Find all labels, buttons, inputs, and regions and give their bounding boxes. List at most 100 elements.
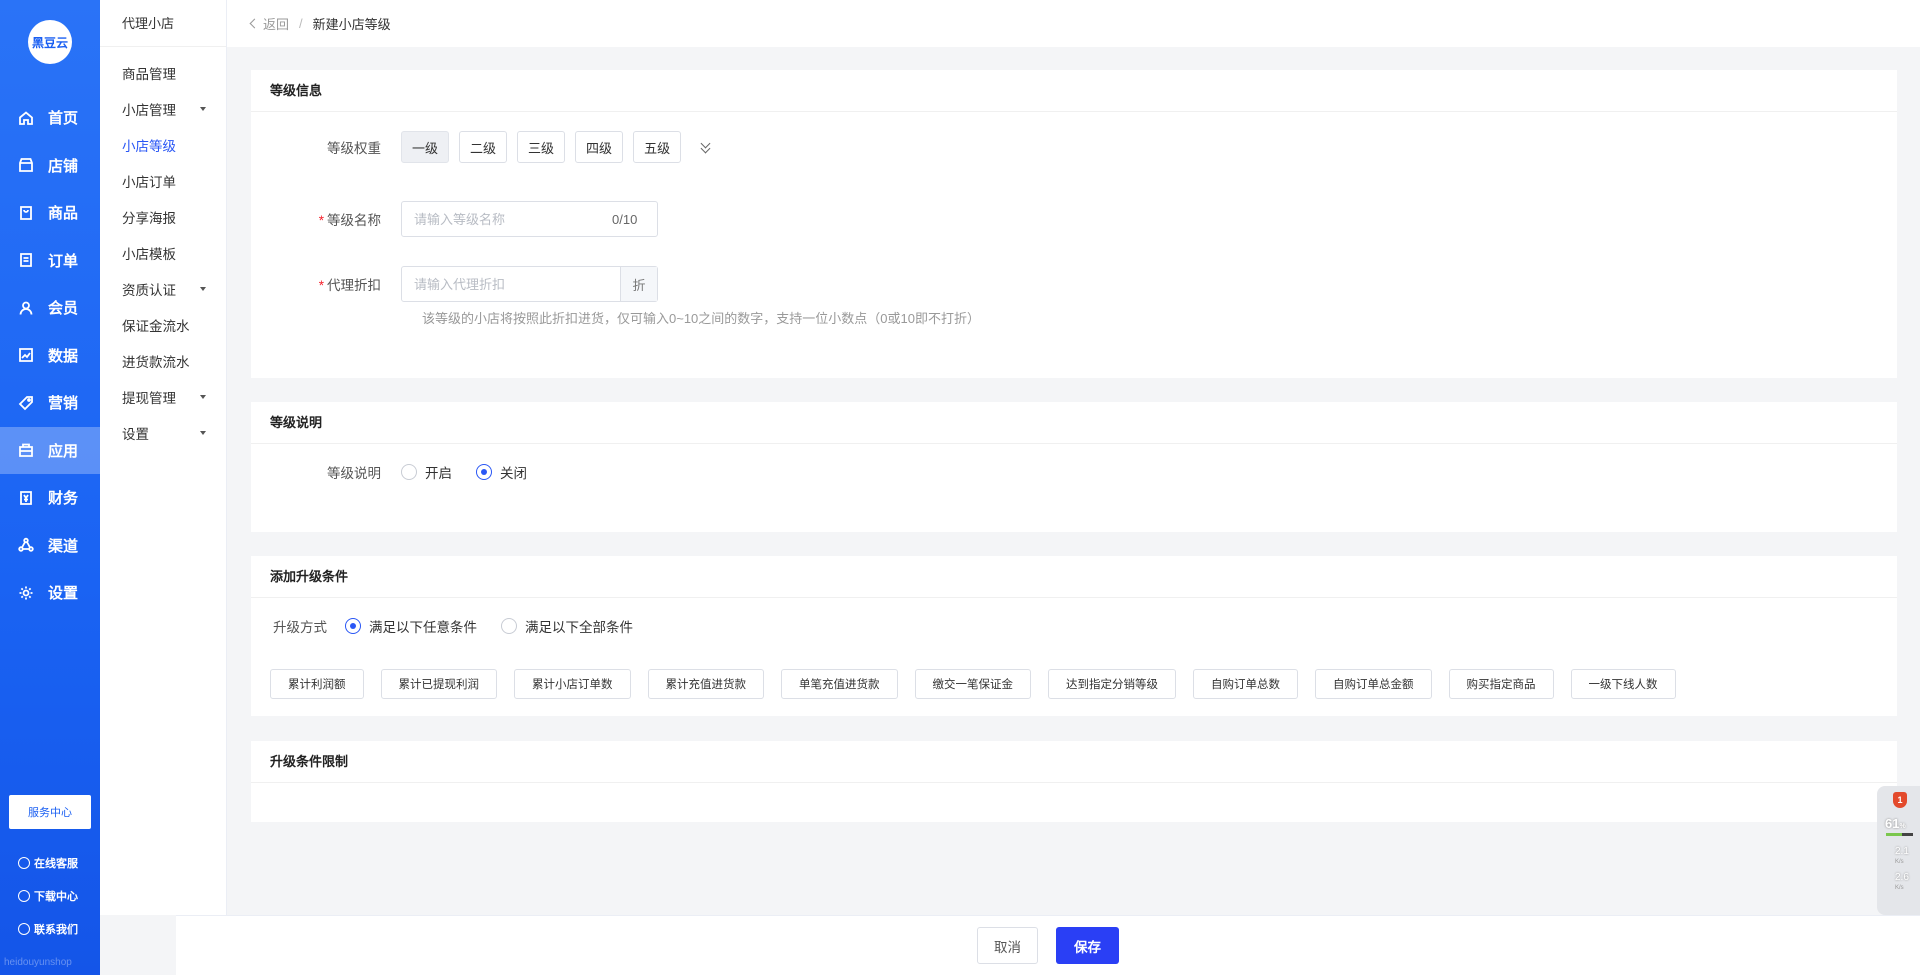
level-option-4[interactable]: 四级 (575, 131, 624, 163)
radio-dot (401, 464, 417, 480)
brand-logo[interactable]: 黑豆云 (28, 20, 72, 64)
radio-dot (501, 618, 517, 634)
nav-item-member[interactable]: 会员 (0, 284, 100, 332)
radio-dot (476, 464, 492, 480)
nav-label: 店铺 (48, 157, 79, 175)
sidebar-item-share-poster[interactable]: 分享海报 (100, 199, 226, 235)
radio-all-conditions[interactable]: 满足以下全部条件 (501, 616, 633, 636)
condition-tag[interactable]: 累计小店订单数 (514, 669, 631, 699)
sidebar-item-shop-manage[interactable]: 小店管理 (100, 91, 226, 127)
radio-label: 满足以下全部条件 (525, 620, 633, 635)
sidebar-item-settings[interactable]: 设置 (100, 415, 226, 451)
discount-suffix: 折 (620, 267, 657, 301)
nav-item-home[interactable]: 首页 (0, 94, 100, 142)
download-center-link[interactable]: 下载中心 (18, 879, 78, 912)
watermark: heidouyunshop (4, 957, 72, 968)
sidebar-item-shop-orders[interactable]: 小店订单 (100, 163, 226, 199)
speed-unit: K/s (1895, 885, 1904, 891)
contact-us-link[interactable]: 联系我们 (18, 912, 78, 945)
speed-unit: K/s (1895, 859, 1904, 865)
section-title: 添加升级条件 (251, 556, 1897, 598)
nav-item-settings[interactable]: 设置 (0, 569, 100, 617)
radio-disable[interactable]: 关闭 (476, 462, 527, 482)
chevron-left-icon (249, 18, 260, 29)
service-center-button[interactable]: 服务中心 (9, 795, 91, 829)
condition-tag[interactable]: 一级下线人数 (1570, 669, 1676, 699)
nav-label: 商品 (48, 205, 79, 223)
condition-tag[interactable]: 自购订单总金额 (1315, 669, 1432, 699)
percent-value: 61 (1885, 816, 1900, 831)
condition-tag[interactable]: 缴交一笔保证金 (914, 669, 1031, 699)
nav-item-data[interactable]: 数据 (0, 332, 100, 380)
discount-input[interactable] (402, 267, 620, 301)
sidebar-item-label: 分享海报 (122, 211, 176, 226)
condition-tag[interactable]: 购买指定商品 (1448, 669, 1554, 699)
nav-item-order[interactable]: 订单 (0, 237, 100, 285)
nav-item-channel[interactable]: 渠道 (0, 522, 100, 570)
nav-item-finance[interactable]: 财务 (0, 474, 100, 522)
nav-label: 渠道 (48, 537, 79, 555)
sidebar-item-goods[interactable]: 商品管理 (100, 55, 226, 91)
level-weight-row: 等级权重 一级 二级 三级 四级 五级 (251, 131, 713, 163)
expand-levels-icon[interactable] (699, 138, 713, 155)
sidebar-item-shop-level[interactable]: 小店等级 (100, 127, 226, 163)
nav-item-marketing[interactable]: 营销 (0, 379, 100, 427)
level-option-2[interactable]: 二级 (459, 131, 508, 163)
condition-tag[interactable]: 累计已提现利润 (380, 669, 497, 699)
cancel-button[interactable]: 取消 (977, 927, 1038, 964)
form-footer: 取消 保存 (176, 915, 1920, 975)
nav-item-store[interactable]: 店铺 (0, 142, 100, 190)
level-option-5[interactable]: 五级 (633, 131, 682, 163)
upload-speed: 2.1 K/s (1895, 846, 1920, 868)
section-title: 等级信息 (251, 70, 1897, 112)
speed-value: 2.1 (1895, 846, 1909, 857)
caret-down-icon (200, 395, 206, 399)
level-desc-card: 等级说明 等级说明 开启 关闭 (251, 402, 1897, 532)
condition-tag[interactable]: 单笔充值进货款 (781, 669, 898, 699)
discount-hint: 该等级的小店将按照此折扣进货，仅可输入0~10之间的数字，支持一位小数点（0或1… (422, 311, 980, 326)
chart-icon (18, 347, 34, 363)
sidebar-item-label: 设置 (122, 427, 149, 442)
section-title: 升级条件限制 (251, 741, 1897, 783)
back-link[interactable]: 返回 (249, 14, 290, 33)
sidebar-item-shop-template[interactable]: 小店模板 (100, 235, 226, 271)
condition-tag[interactable]: 达到指定分销等级 (1048, 669, 1176, 699)
radio-enable[interactable]: 开启 (401, 462, 452, 482)
label-text: 等级名称 (327, 213, 381, 228)
percent-unit: % (1899, 823, 1906, 830)
sidebar-item-purchase-flow[interactable]: 进货款流水 (100, 343, 226, 379)
required-mark: * (318, 278, 324, 293)
level-name-input[interactable] (402, 202, 612, 236)
breadcrumb: 返回 / 新建小店等级 (227, 0, 1920, 47)
shield-icon: 1 (1893, 792, 1907, 808)
condition-tag[interactable]: 累计充值进货款 (647, 669, 764, 699)
sidebar-item-certification[interactable]: 资质认证 (100, 271, 226, 307)
level-option-1[interactable]: 一级 (401, 131, 450, 163)
online-support-link[interactable]: 在线客服 (18, 846, 78, 879)
nav-item-goods[interactable]: 商品 (0, 189, 100, 237)
condition-tag[interactable]: 自购订单总数 (1193, 669, 1298, 699)
primary-nav-list: 首页 店铺 商品 订单 会员 数据 营销 应用 财务 渠道 设置 (0, 94, 100, 617)
field-label: 等级说明 (327, 466, 381, 481)
sidebar-list: 商品管理 小店管理 小店等级 小店订单 分享海报 小店模板 资质认证 保证金流水… (100, 55, 226, 451)
nav-label: 财务 (48, 490, 79, 508)
nav-label: 订单 (48, 252, 79, 270)
app-icon (18, 442, 34, 458)
speed-value: 2.6 (1895, 872, 1909, 883)
memory-bar-fill (1886, 833, 1903, 836)
back-label: 返回 (263, 17, 290, 32)
sidebar-item-withdraw[interactable]: 提现管理 (100, 379, 226, 415)
nav-item-app[interactable]: 应用 (0, 426, 100, 474)
condition-tag[interactable]: 累计利润额 (270, 669, 364, 699)
level-option-3[interactable]: 三级 (517, 131, 566, 163)
upgrade-limit-card: 升级条件限制 (251, 741, 1897, 822)
save-button[interactable]: 保存 (1056, 927, 1119, 964)
level-weight-selector: 一级 二级 三级 四级 五级 (401, 131, 713, 163)
link-label: 在线客服 (34, 857, 78, 870)
field-label: 升级方式 (273, 620, 327, 635)
discount-field: 折 (401, 266, 658, 302)
store-icon (18, 157, 34, 173)
radio-any-condition[interactable]: 满足以下任意条件 (345, 616, 477, 636)
system-monitor-widget[interactable]: 1 61% 2.1 K/s 2.6 K/s (1877, 786, 1920, 915)
sidebar-item-deposit-flow[interactable]: 保证金流水 (100, 307, 226, 343)
